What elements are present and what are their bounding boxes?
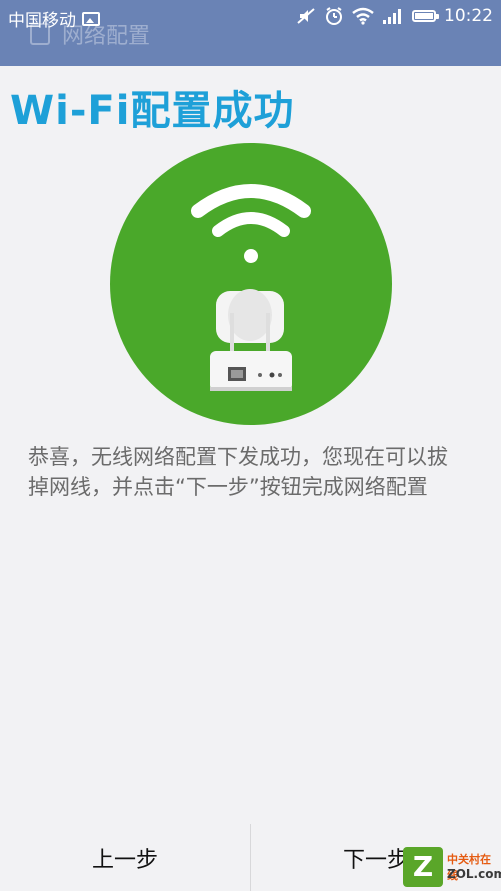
wifi-icon xyxy=(352,7,374,25)
app-bar-title-area: 网络配置 xyxy=(30,18,150,50)
signal-icon xyxy=(383,9,401,24)
home-icon[interactable] xyxy=(30,23,50,45)
status-bar-right: 10:22 xyxy=(296,6,493,26)
watermark-line2: ZOL.com.cn xyxy=(447,867,501,881)
zol-logo-icon: Z xyxy=(403,847,443,887)
prev-step-button[interactable]: 上一步 xyxy=(0,824,250,891)
battery-icon xyxy=(412,10,439,22)
alarm-icon xyxy=(326,7,342,25)
zol-watermark: Z 中关村在线 ZOL.com.cn xyxy=(403,847,501,887)
mute-icon xyxy=(297,8,315,24)
page-title: Wi-Fi配置成功 xyxy=(10,88,295,134)
success-message: 恭喜，无线网络配置下发成功，您现在可以拔掉网线，并点击“下一步”按钮完成网络配置 xyxy=(28,445,448,499)
success-illustration xyxy=(110,143,392,425)
wifi-camera-illustration xyxy=(191,184,311,391)
app-bar-title: 网络配置 xyxy=(62,24,151,49)
clock: 10:22 xyxy=(444,6,493,26)
